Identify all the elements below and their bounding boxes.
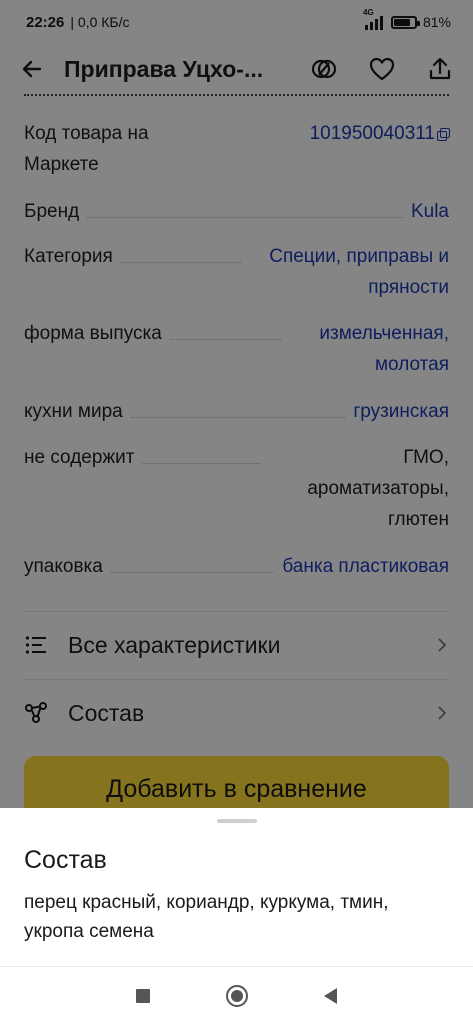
recents-icon[interactable] bbox=[136, 989, 150, 1003]
divider bbox=[0, 966, 473, 967]
composition-text: перец красный, кориандр, куркума, тмин, … bbox=[24, 892, 389, 942]
back-triangle-icon[interactable] bbox=[324, 988, 337, 1004]
home-icon[interactable] bbox=[226, 985, 248, 1007]
system-nav-bar bbox=[0, 968, 473, 1024]
sheet-drag-handle[interactable] bbox=[217, 819, 257, 823]
sheet-title: Состав bbox=[24, 846, 107, 874]
